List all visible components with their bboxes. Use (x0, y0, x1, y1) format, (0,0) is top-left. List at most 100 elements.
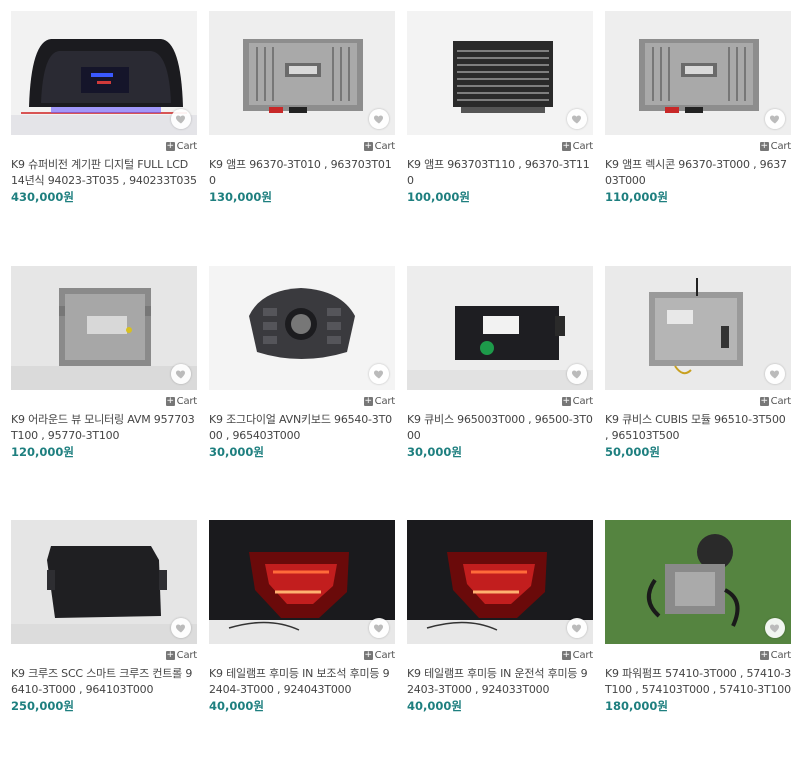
lexicon-amp-image (605, 11, 791, 135)
instrument-cluster-image (11, 11, 197, 135)
product-title[interactable]: K9 앰프 963703T110 , 96370-3T110 (407, 157, 593, 189)
product-price: 30,000원 (209, 445, 264, 459)
product-price: 40,000원 (209, 699, 264, 713)
cart-label: Cart (374, 649, 396, 661)
product-card[interactable]: + Cart K9 테일램프 후미등 IN 운전석 후미등 92403-3T00… (407, 520, 593, 714)
add-to-cart-button[interactable]: + Cart (363, 395, 396, 407)
jog-dial-image (209, 266, 395, 390)
product-image[interactable] (209, 266, 395, 390)
product-title[interactable]: K9 크루즈 SCC 스마트 크루즈 컨트롤 96410-3T000 , 964… (11, 666, 197, 698)
add-to-cart-button[interactable]: + Cart (363, 649, 396, 661)
product-title[interactable]: K9 앰프 96370-3T010 , 963703T010 (209, 157, 395, 189)
heart-icon[interactable] (369, 364, 389, 384)
amp-heatsink-image (407, 11, 593, 135)
add-to-cart-button[interactable]: + Cart (165, 395, 198, 407)
product-title[interactable]: K9 슈퍼비전 계기판 디지털 FULL LCD 14년식 94023-3T03… (11, 157, 197, 189)
product-card[interactable]: + Cart K9 파워펌프 57410-3T000 , 57410-3T100… (605, 520, 791, 714)
product-title[interactable]: K9 테일램프 후미등 IN 운전석 후미등 92403-3T000 , 924… (407, 666, 593, 698)
product-image[interactable] (209, 520, 395, 644)
product-image[interactable] (11, 266, 197, 390)
product-image[interactable] (407, 520, 593, 644)
cart-label: Cart (374, 140, 396, 152)
cart-label: Cart (770, 140, 792, 152)
product-image[interactable] (11, 520, 197, 644)
cart-label: Cart (176, 649, 198, 661)
avm-module-image (11, 266, 197, 390)
plus-icon: + (561, 649, 571, 660)
product-title[interactable]: K9 어라운드 뷰 모니터링 AVM 957703T100 , 95770-3T… (11, 412, 197, 444)
heart-icon[interactable] (567, 364, 587, 384)
add-to-cart-button[interactable]: + Cart (759, 140, 792, 152)
cart-label: Cart (572, 140, 594, 152)
product-card[interactable]: + Cart K9 크루즈 SCC 스마트 크루즈 컨트롤 96410-3T00… (11, 520, 197, 714)
plus-icon: + (165, 140, 175, 151)
product-title[interactable]: K9 큐비스 CUBIS 모듈 96510-3T500 , 965103T500 (605, 412, 791, 444)
add-to-cart-button[interactable]: + Cart (165, 649, 198, 661)
cubis-rack-image (605, 266, 791, 390)
heart-icon[interactable] (765, 618, 785, 638)
add-to-cart-button[interactable]: + Cart (561, 649, 594, 661)
product-image[interactable] (11, 11, 197, 135)
product-card[interactable]: + Cart K9 슈퍼비전 계기판 디지털 FULL LCD 14년식 940… (11, 11, 197, 205)
tail-lamp-image (209, 520, 395, 644)
product-title[interactable]: K9 파워펌프 57410-3T000 , 57410-3T100 , 5741… (605, 666, 791, 698)
product-grid: + Cart K9 슈퍼비전 계기판 디지털 FULL LCD 14년식 940… (0, 0, 800, 766)
product-image[interactable] (605, 520, 791, 644)
heart-icon[interactable] (765, 109, 785, 129)
scc-module-image (11, 520, 197, 644)
heart-icon[interactable] (171, 364, 191, 384)
add-to-cart-button[interactable]: + Cart (561, 395, 594, 407)
product-title[interactable]: K9 테일램프 후미등 IN 보조석 후미등 92404-3T000 , 924… (209, 666, 395, 698)
plus-icon: + (363, 649, 373, 660)
product-price: 430,000원 (11, 190, 74, 204)
product-card[interactable]: + Cart K9 앰프 96370-3T010 , 963703T010 13… (209, 11, 395, 205)
plus-icon: + (363, 140, 373, 151)
cart-label: Cart (770, 649, 792, 661)
product-price: 100,000원 (407, 190, 470, 204)
heart-icon[interactable] (567, 109, 587, 129)
tail-lamp-image (407, 520, 593, 644)
product-image[interactable] (605, 266, 791, 390)
product-price: 180,000원 (605, 699, 668, 713)
product-card[interactable]: + Cart K9 앰프 렉시콘 96370-3T000 , 963703T00… (605, 11, 791, 205)
product-image[interactable] (209, 11, 395, 135)
heart-icon[interactable] (171, 109, 191, 129)
add-to-cart-button[interactable]: + Cart (759, 395, 792, 407)
product-price: 30,000원 (407, 445, 462, 459)
cart-label: Cart (176, 395, 198, 407)
plus-icon: + (363, 395, 373, 406)
plus-icon: + (165, 649, 175, 660)
product-image[interactable] (407, 11, 593, 135)
lexicon-amp-image (209, 11, 395, 135)
product-card[interactable]: + Cart K9 어라운드 뷰 모니터링 AVM 957703T100 , 9… (11, 266, 197, 460)
heart-icon[interactable] (567, 618, 587, 638)
plus-icon: + (759, 395, 769, 406)
cart-label: Cart (176, 140, 198, 152)
product-card[interactable]: + Cart K9 큐비스 965003T000 , 96500-3T000 3… (407, 266, 593, 460)
plus-icon: + (561, 395, 571, 406)
plus-icon: + (561, 140, 571, 151)
product-title[interactable]: K9 조그다이얼 AVN키보드 96540-3T000 , 965403T000 (209, 412, 395, 444)
add-to-cart-button[interactable]: + Cart (165, 140, 198, 152)
product-card[interactable]: + Cart K9 테일램프 후미등 IN 보조석 후미등 92404-3T00… (209, 520, 395, 714)
product-card[interactable]: + Cart K9 큐비스 CUBIS 모듈 96510-3T500 , 965… (605, 266, 791, 460)
heart-icon[interactable] (765, 364, 785, 384)
product-title[interactable]: K9 큐비스 965003T000 , 96500-3T000 (407, 412, 593, 444)
heart-icon[interactable] (369, 618, 389, 638)
product-price: 250,000원 (11, 699, 74, 713)
product-title[interactable]: K9 앰프 렉시콘 96370-3T000 , 963703T000 (605, 157, 791, 189)
add-to-cart-button[interactable]: + Cart (363, 140, 396, 152)
plus-icon: + (165, 395, 175, 406)
cart-label: Cart (572, 395, 594, 407)
product-image[interactable] (605, 11, 791, 135)
product-image[interactable] (407, 266, 593, 390)
product-card[interactable]: + Cart K9 조그다이얼 AVN키보드 96540-3T000 , 965… (209, 266, 395, 460)
heart-icon[interactable] (171, 618, 191, 638)
add-to-cart-button[interactable]: + Cart (759, 649, 792, 661)
add-to-cart-button[interactable]: + Cart (561, 140, 594, 152)
cart-label: Cart (374, 395, 396, 407)
product-card[interactable]: + Cart K9 앰프 963703T110 , 96370-3T110 10… (407, 11, 593, 205)
heart-icon[interactable] (369, 109, 389, 129)
cart-label: Cart (770, 395, 792, 407)
cart-label: Cart (572, 649, 594, 661)
